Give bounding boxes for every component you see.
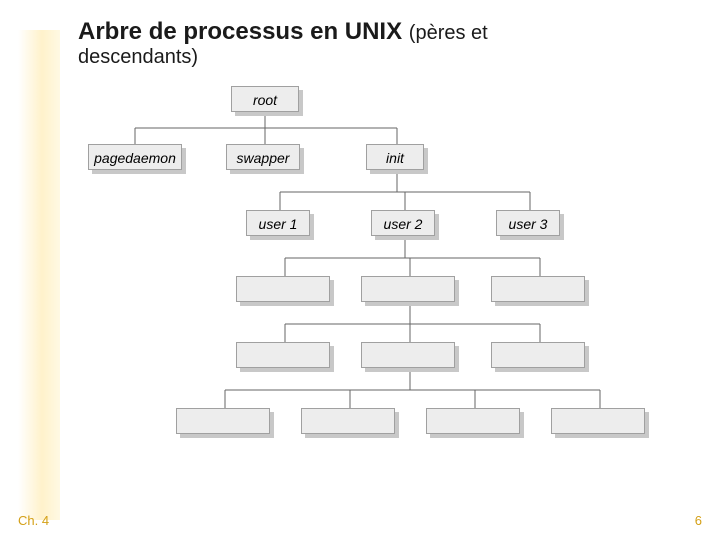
node-empty-4-3 xyxy=(491,342,585,368)
node-root: root xyxy=(231,86,299,112)
node-empty-3-1 xyxy=(236,276,330,302)
node-empty-3-3 xyxy=(491,276,585,302)
node-empty-3-2 xyxy=(361,276,455,302)
node-empty-5-4 xyxy=(551,408,645,434)
page-number: 6 xyxy=(695,513,702,528)
node-empty-5-1 xyxy=(176,408,270,434)
node-user2: user 2 xyxy=(371,210,435,236)
chapter-label: Ch. 4 xyxy=(18,513,49,528)
node-user3: user 3 xyxy=(496,210,560,236)
title-paren: (pères et xyxy=(409,22,488,44)
node-init: init xyxy=(366,144,424,170)
node-empty-4-1 xyxy=(236,342,330,368)
node-empty-4-2 xyxy=(361,342,455,368)
node-swapper: swapper xyxy=(226,144,300,170)
node-user1: user 1 xyxy=(246,210,310,236)
title-main: Arbre de processus en UNIX xyxy=(78,18,402,45)
process-tree-diagram: root pagedaemon swapper init user 1 user… xyxy=(70,72,670,492)
title-line2: descendants) xyxy=(78,46,198,69)
node-empty-5-3 xyxy=(426,408,520,434)
node-empty-5-2 xyxy=(301,408,395,434)
node-pagedaemon: pagedaemon xyxy=(88,144,182,170)
sidebar-accent xyxy=(0,30,60,520)
slide-title: Arbre de processus en UNIX (pères et xyxy=(78,18,488,46)
